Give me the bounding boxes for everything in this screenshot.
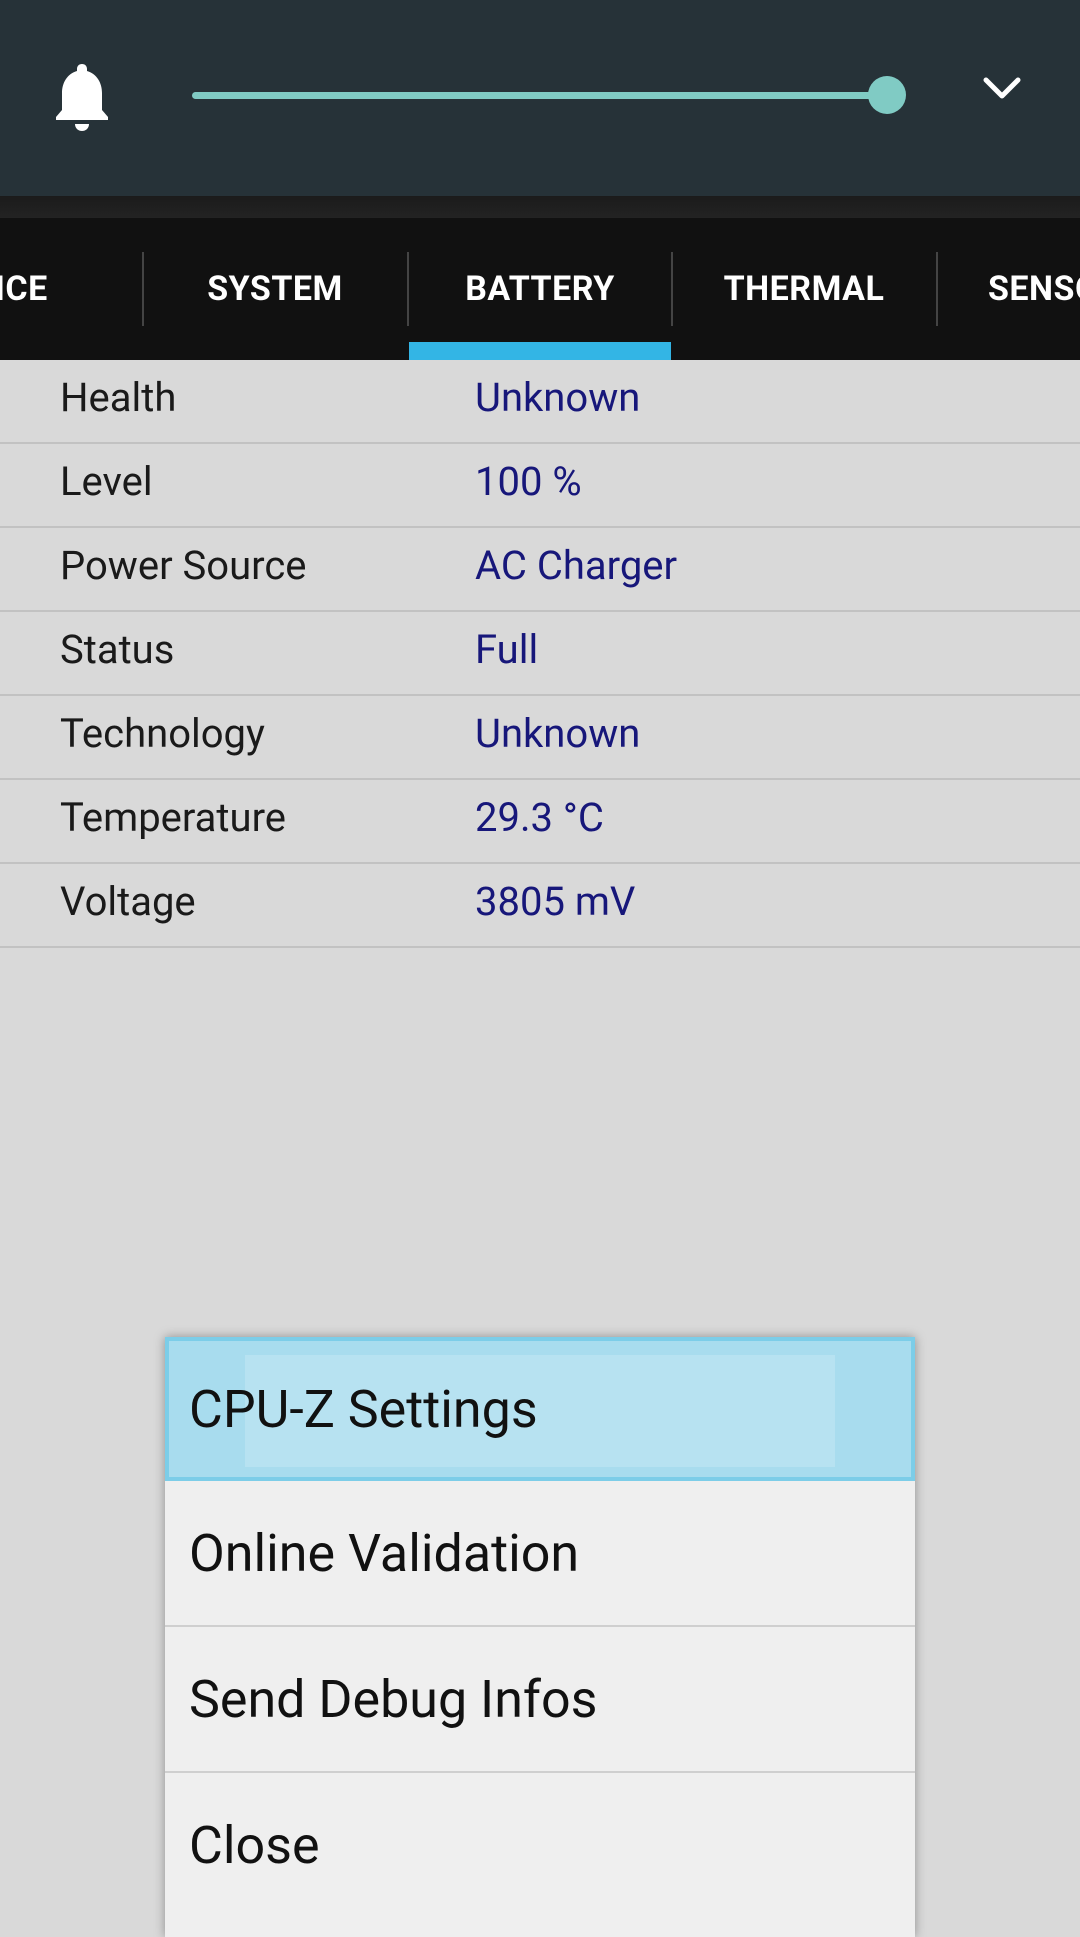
row-value: Unknown (475, 374, 641, 421)
battery-row-status: Status Full (0, 612, 1080, 696)
menu-item-close[interactable]: Close (165, 1773, 915, 1917)
row-value: 100 % (475, 458, 582, 505)
tab-sensors[interactable]: SENSORS (937, 218, 1080, 360)
menu-item-cpu-z-settings[interactable]: CPU-Z Settings (165, 1337, 915, 1481)
volume-slider-thumb[interactable] (868, 76, 906, 114)
menu-item-online-validation[interactable]: Online Validation (165, 1481, 915, 1627)
options-menu: CPU-Z Settings Online Validation Send De… (165, 1337, 915, 1937)
row-label: Voltage (60, 878, 196, 925)
panel-shadow (0, 196, 1080, 218)
tab-bar: VICE SYSTEM BATTERY THERMAL SENSORS (0, 218, 1080, 360)
tab-thermal[interactable]: THERMAL (672, 218, 936, 360)
menu-item-send-debug-infos[interactable]: Send Debug Infos (165, 1627, 915, 1773)
battery-row-power-source: Power Source AC Charger (0, 528, 1080, 612)
row-value: AC Charger (475, 542, 678, 589)
menu-item-label: Send Debug Infos (189, 1669, 598, 1730)
tab-device[interactable]: VICE (0, 218, 142, 360)
row-value: 3805 mV (475, 878, 636, 925)
menu-item-label: CPU-Z Settings (189, 1379, 538, 1440)
chevron-down-icon[interactable] (980, 74, 1024, 104)
battery-row-temperature: Temperature 29.3 °C (0, 780, 1080, 864)
row-label: Temperature (60, 794, 286, 841)
row-label: Status (60, 626, 175, 673)
tab-battery[interactable]: BATTERY (408, 218, 672, 360)
battery-info-list: Health Unknown Level 100 % Power Source … (0, 360, 1080, 948)
row-label: Technology (60, 710, 265, 757)
battery-row-health: Health Unknown (0, 360, 1080, 444)
row-value: Unknown (475, 710, 641, 757)
row-label: Level (60, 458, 153, 505)
row-value: 29.3 °C (475, 794, 604, 841)
row-label: Health (60, 374, 177, 421)
battery-row-technology: Technology Unknown (0, 696, 1080, 780)
volume-slider-track[interactable] (192, 92, 888, 99)
bell-icon[interactable] (52, 60, 112, 132)
tab-system[interactable]: SYSTEM (143, 218, 407, 360)
active-tab-indicator (409, 342, 671, 360)
row-label: Power Source (60, 542, 307, 589)
battery-row-level: Level 100 % (0, 444, 1080, 528)
row-value: Full (475, 626, 539, 673)
menu-item-label: Close (189, 1815, 320, 1876)
menu-item-label: Online Validation (189, 1523, 580, 1584)
battery-row-voltage: Voltage 3805 mV (0, 864, 1080, 948)
volume-panel (0, 0, 1080, 196)
